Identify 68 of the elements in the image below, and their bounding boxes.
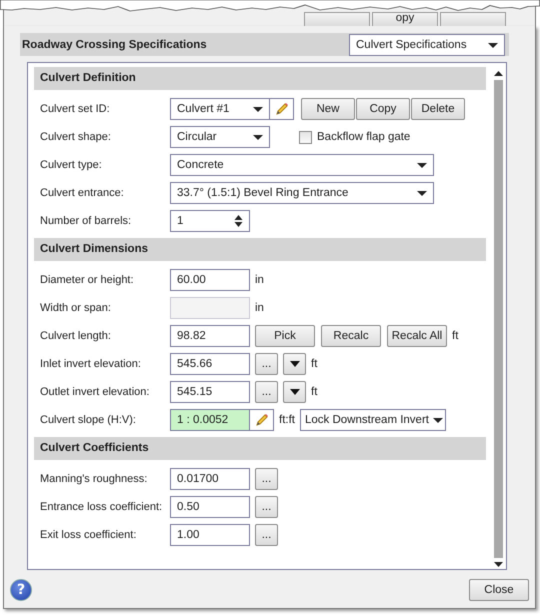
browse-button[interactable]: ... (255, 381, 278, 403)
unit-label: in (255, 274, 264, 286)
edit-button[interactable] (269, 98, 294, 120)
action-button[interactable]: Pick (255, 325, 315, 347)
checkbox-label: Backflow flap gate (317, 131, 410, 143)
field-label: Inlet invert elevation: (40, 358, 142, 370)
action-button[interactable]: Copy (356, 98, 410, 120)
spinner-arrows-icon (234, 214, 243, 228)
input-field[interactable]: 1.00 (170, 524, 250, 546)
field-label: Outlet invert elevation: (40, 386, 150, 398)
field-label: Number of barrels: (40, 215, 132, 227)
input-field[interactable]: 0.01700 (170, 468, 250, 490)
browse-button[interactable]: ... (255, 496, 278, 518)
unit-label: ft (311, 358, 318, 370)
input-field[interactable]: 545.66 (170, 353, 250, 375)
dropdown[interactable]: Concrete (170, 154, 434, 176)
field-label: Culvert slope (H:V): (40, 414, 137, 426)
field-label: Culvert set ID: (40, 103, 111, 115)
spinner-field[interactable]: 1 (170, 210, 250, 232)
caret-icon (290, 389, 300, 395)
unit-label: ft (311, 386, 318, 398)
field-label: Culvert entrance: (40, 187, 125, 199)
shape-dropdown[interactable]: Circular (170, 126, 270, 148)
view-dropdown[interactable]: Culvert Specifications (349, 34, 505, 56)
input-field[interactable]: 60.00 (170, 269, 250, 291)
id-dropdown[interactable]: Culvert #1 (170, 98, 270, 120)
field-label: Manning's roughness: (40, 473, 148, 485)
dropdown-button[interactable] (283, 381, 306, 403)
pencil-icon (254, 412, 270, 428)
caret-icon (290, 361, 300, 367)
tab[interactable] (304, 12, 370, 26)
dropdown[interactable]: 33.7° (1.5:1) Bevel Ring Entrance (170, 182, 434, 204)
tab[interactable] (440, 12, 506, 26)
pencil-icon (274, 101, 290, 117)
input-field[interactable]: 1 : 0.0052 (170, 409, 250, 431)
tab[interactable]: opy (372, 12, 438, 26)
input-field[interactable]: 98.82 (170, 325, 250, 347)
browse-button[interactable]: ... (255, 468, 278, 490)
field-label: Diameter or height: (40, 274, 135, 286)
edit-button[interactable] (249, 409, 274, 431)
input-field[interactable]: 545.15 (170, 381, 250, 403)
input-field[interactable]: 0.50 (170, 496, 250, 518)
group-header: Culvert Definition (34, 67, 486, 90)
action-button[interactable]: Recalc (321, 325, 381, 347)
help-button[interactable]: ? (10, 579, 32, 601)
unit-label: ft:ft (279, 414, 295, 426)
unit-label: in (255, 302, 264, 314)
browse-button[interactable]: ... (255, 524, 278, 546)
field-label: Width or span: (40, 302, 112, 314)
lock-dropdown[interactable]: Lock Downstream Invert (300, 409, 446, 431)
unit-label: ft (452, 330, 458, 342)
field-label: Culvert type: (40, 159, 103, 171)
action-button[interactable]: Recalc All (387, 325, 447, 347)
field-label: Culvert shape: (40, 131, 112, 143)
scroll-up-icon[interactable] (494, 71, 502, 76)
dropdown-button[interactable] (283, 353, 306, 375)
close-button[interactable]: Close (469, 579, 529, 601)
scroll-down-icon[interactable] (494, 562, 502, 567)
checkbox[interactable] (299, 130, 312, 144)
field-label: Entrance loss coefficient: (40, 501, 164, 513)
browse-button[interactable]: ... (255, 353, 278, 375)
group-header: Culvert Dimensions (34, 238, 486, 261)
action-button[interactable]: Delete (411, 98, 465, 120)
field-label: Exit loss coefficient: (40, 529, 138, 541)
section-title: Roadway Crossing Specifications (22, 38, 207, 50)
action-button[interactable]: New (301, 98, 355, 120)
group-header: Culvert Coefficients (34, 437, 486, 460)
field-label: Culvert length: (40, 330, 112, 342)
